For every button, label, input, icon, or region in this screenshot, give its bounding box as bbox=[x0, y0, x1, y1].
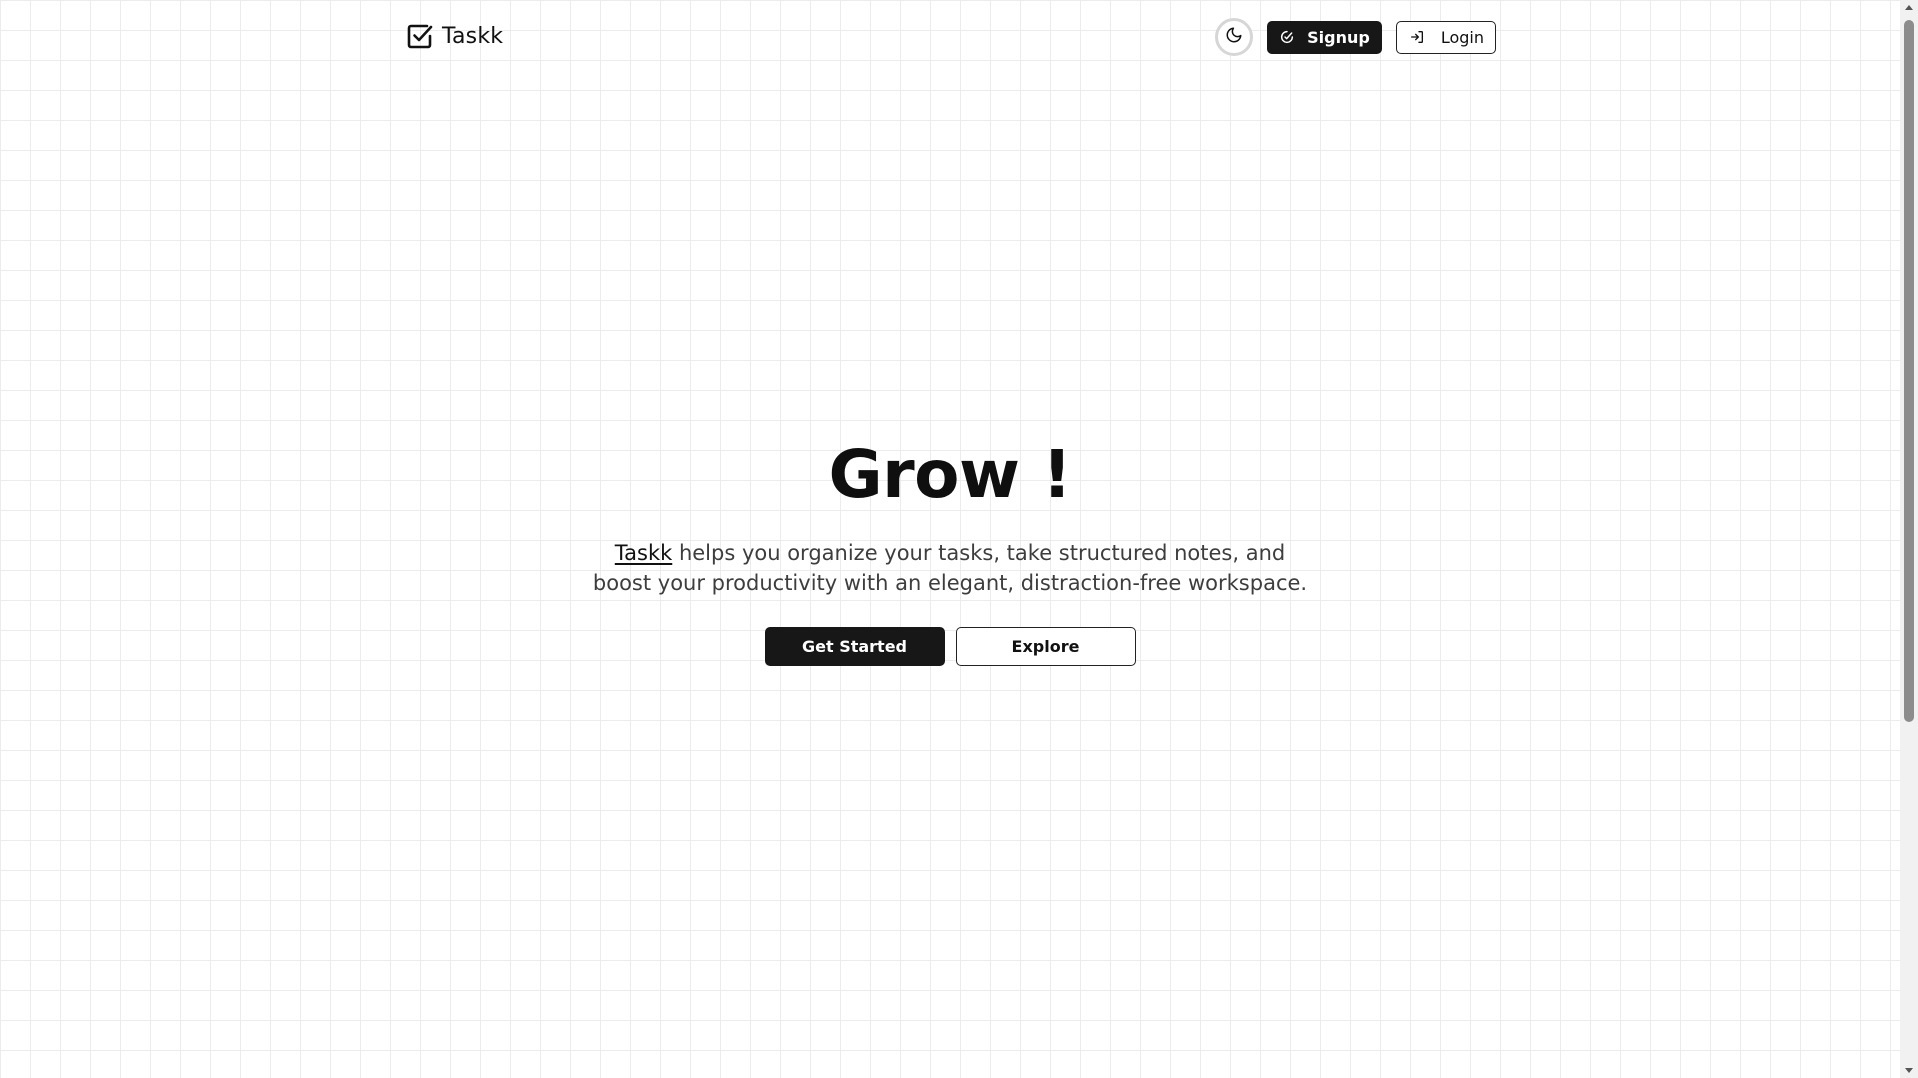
hero-actions: Get Started Explore bbox=[0, 627, 1900, 666]
hero-title: Grow ! bbox=[828, 436, 1072, 513]
moon-icon bbox=[1225, 26, 1243, 48]
hero-section: Grow ! Taskk helps you organize your tas… bbox=[0, 430, 1900, 666]
brand-name: Taskk bbox=[442, 23, 504, 49]
checkbox-icon bbox=[406, 22, 434, 50]
nav-actions: Signup Login bbox=[1215, 18, 1496, 56]
top-nav: Taskk Signup Login bbox=[406, 18, 1496, 60]
get-started-button[interactable]: Get Started bbox=[764, 627, 945, 666]
hero-description: Taskk helps you organize your tasks, tak… bbox=[590, 538, 1310, 598]
signup-icon bbox=[1279, 29, 1295, 45]
theme-toggle-button[interactable] bbox=[1215, 18, 1254, 56]
login-label: Login bbox=[1440, 27, 1484, 47]
scroll-down-icon[interactable] bbox=[1900, 1064, 1918, 1078]
brand-logo[interactable]: Taskk bbox=[406, 22, 503, 50]
scroll-thumb[interactable] bbox=[1904, 20, 1914, 722]
vertical-scrollbar[interactable] bbox=[1900, 0, 1918, 1078]
explore-button[interactable]: Explore bbox=[955, 627, 1136, 666]
login-button[interactable]: Login bbox=[1395, 20, 1496, 54]
hero-description-text: helps you organize your tasks, take stru… bbox=[592, 541, 1308, 595]
login-icon bbox=[1409, 29, 1425, 45]
landing-page: Taskk Signup Login Grow ! Taskk helps yo… bbox=[0, 0, 1900, 1078]
signup-label: Signup bbox=[1307, 27, 1370, 47]
scroll-up-icon[interactable] bbox=[1900, 0, 1918, 14]
brand-link[interactable]: Taskk bbox=[615, 541, 672, 565]
signup-button[interactable]: Signup bbox=[1267, 20, 1382, 54]
